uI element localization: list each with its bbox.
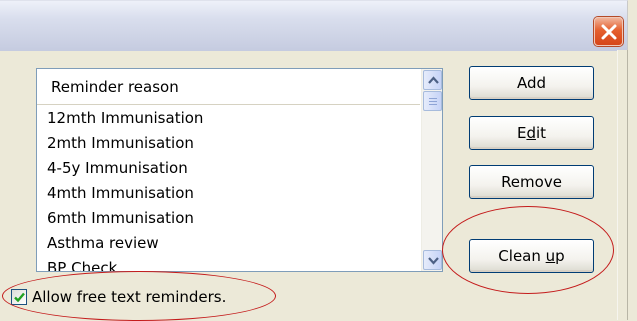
chevron-down-icon [428, 257, 439, 265]
vertical-scrollbar[interactable] [421, 69, 442, 271]
reminder-reason-list[interactable]: Reminder reason 12mth Immunisation 2mth … [36, 68, 443, 272]
close-icon [601, 24, 617, 40]
scroll-thumb[interactable] [423, 91, 442, 111]
close-button[interactable] [594, 17, 623, 46]
list-item[interactable]: 4mth Immunisation [37, 181, 420, 206]
list-header-label: Reminder reason [51, 78, 179, 96]
scroll-up-button[interactable] [423, 70, 442, 90]
list-item[interactable]: 12mth Immunisation [37, 106, 420, 131]
list-item[interactable]: BP Check [37, 256, 420, 271]
remove-button[interactable]: Remove [469, 165, 594, 199]
edit-button-label: Edit [516, 124, 547, 142]
list-column-header[interactable]: Reminder reason [37, 69, 420, 105]
remove-button-label: Remove [501, 173, 562, 191]
grip-line [429, 104, 437, 105]
chevron-up-icon [428, 76, 439, 84]
dialog-titlebar [0, 0, 628, 51]
clean-up-button-label: Clean up [498, 247, 565, 265]
edit-button[interactable]: Edit [469, 116, 594, 150]
list-item[interactable]: 6mth Immunisation [37, 206, 420, 231]
list-items: 12mth Immunisation 2mth Immunisation 4-5… [37, 106, 420, 271]
list-item[interactable]: Asthma review [37, 231, 420, 256]
add-button[interactable]: Add [469, 66, 594, 100]
grip-line [429, 98, 437, 99]
window-frame [617, 50, 628, 320]
add-button-label: Add [516, 74, 547, 92]
allow-free-text-label[interactable]: Allow free text reminders. [32, 288, 226, 306]
checkmark-icon [14, 292, 25, 303]
list-item[interactable]: 2mth Immunisation [37, 131, 420, 156]
clean-up-button[interactable]: Clean up [469, 239, 594, 273]
grip-line [429, 101, 437, 102]
scroll-down-button[interactable] [423, 250, 442, 270]
list-item[interactable]: 4-5y Immunisation [37, 156, 420, 181]
allow-free-text-checkbox[interactable] [11, 289, 27, 305]
